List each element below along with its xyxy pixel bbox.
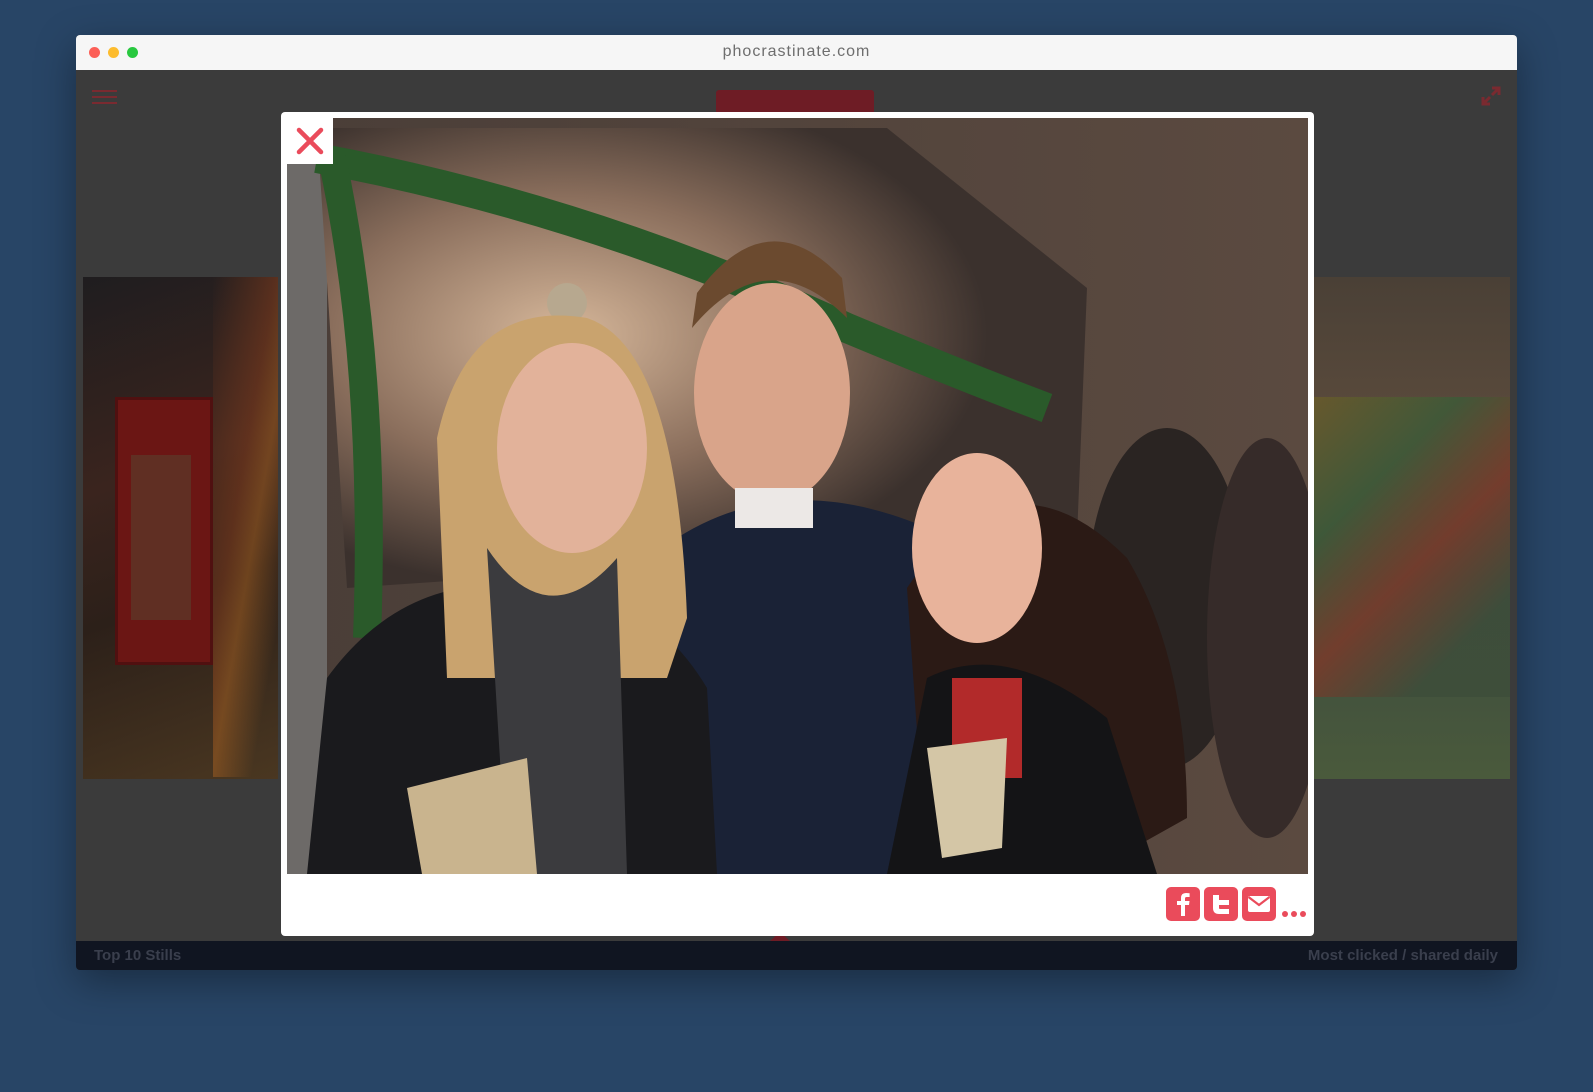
browser-titlebar: phocrastinate.com [76, 35, 1517, 71]
email-icon [1247, 896, 1271, 912]
footer-subtitle: Most clicked / shared daily [1307, 947, 1498, 964]
lightbox-modal [281, 112, 1314, 936]
expand-arrows-icon[interactable] [1481, 86, 1501, 106]
share-email-button[interactable] [1242, 887, 1276, 921]
hamburger-icon[interactable] [92, 90, 117, 104]
share-toolbar [1166, 887, 1306, 921]
gallery-thumbnail-graffiti-wall[interactable] [1310, 277, 1510, 779]
gallery-thumbnail-phone-booth[interactable] [83, 277, 278, 779]
lightbox-photo [287, 118, 1308, 874]
footer-bar: Top 10 Stills Most clicked / shared dail… [76, 941, 1517, 970]
close-button[interactable] [287, 118, 333, 164]
twitter-icon [1213, 895, 1229, 914]
facebook-icon [1177, 893, 1190, 916]
close-icon[interactable] [287, 118, 333, 164]
more-dots-icon[interactable] [1280, 911, 1306, 921]
share-twitter-button[interactable] [1204, 887, 1238, 921]
address-bar-url[interactable]: phocrastinate.com [76, 43, 1517, 61]
footer-title: Top 10 Stills [94, 947, 182, 964]
share-facebook-button[interactable] [1166, 887, 1200, 921]
